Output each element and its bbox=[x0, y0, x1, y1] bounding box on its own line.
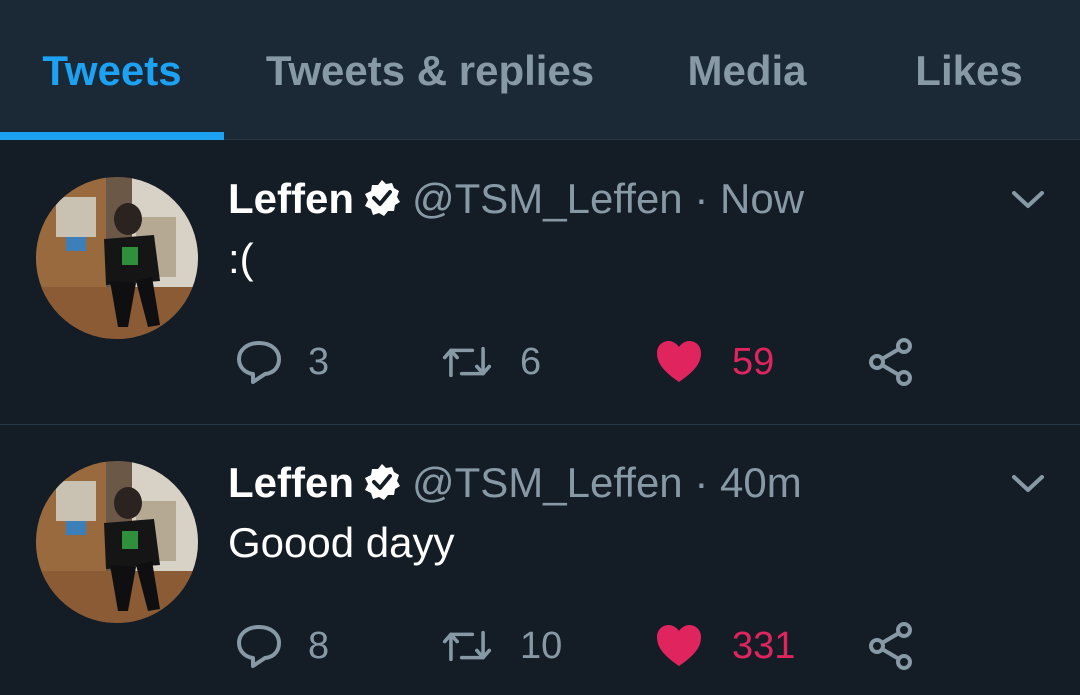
tweet[interactable]: Leffen @TSM_Leffen · Now :( 3 6 59 bbox=[0, 141, 1080, 423]
active-tab-indicator bbox=[0, 132, 224, 140]
verified-badge-icon bbox=[365, 180, 400, 216]
heart-icon[interactable] bbox=[654, 621, 704, 671]
heart-icon[interactable] bbox=[654, 337, 704, 387]
tab-tweets[interactable]: Tweets bbox=[38, 46, 186, 96]
share-icon[interactable] bbox=[866, 621, 916, 671]
handle[interactable]: @TSM_Leffen bbox=[412, 459, 683, 506]
tweet-header: Leffen @TSM_Leffen · Now bbox=[228, 173, 804, 225]
retweet-count: 6 bbox=[520, 341, 542, 383]
avatar[interactable] bbox=[36, 461, 198, 623]
tweet-actions: 8 10 331 bbox=[0, 621, 1080, 671]
reply-count: 8 bbox=[308, 625, 330, 667]
handle[interactable]: @TSM_Leffen bbox=[412, 175, 683, 222]
profile-tabs: Tweets Tweets & replies Media Likes bbox=[0, 0, 1080, 140]
tweet-text: :( bbox=[228, 235, 254, 282]
verified-badge-icon bbox=[365, 464, 400, 500]
separator: · bbox=[694, 175, 709, 222]
chevron-down-icon[interactable] bbox=[1010, 189, 1046, 211]
tab-tweets-and-replies[interactable]: Tweets & replies bbox=[262, 46, 598, 96]
like-count: 59 bbox=[732, 341, 775, 383]
tab-likes[interactable]: Likes bbox=[914, 46, 1024, 96]
retweet-count: 10 bbox=[520, 625, 563, 667]
retweet-icon[interactable] bbox=[442, 621, 492, 671]
chevron-down-icon[interactable] bbox=[1010, 473, 1046, 495]
tweet-header: Leffen @TSM_Leffen · 40m bbox=[228, 457, 802, 509]
reply-count: 3 bbox=[308, 341, 330, 383]
retweet-icon[interactable] bbox=[442, 337, 492, 387]
tab-media[interactable]: Media bbox=[684, 46, 810, 96]
tweet-text: Goood dayy bbox=[228, 519, 455, 566]
timestamp[interactable]: 40m bbox=[720, 459, 802, 506]
display-name[interactable]: Leffen bbox=[228, 459, 354, 506]
timestamp[interactable]: Now bbox=[720, 175, 804, 222]
reply-icon[interactable] bbox=[234, 621, 284, 671]
display-name[interactable]: Leffen bbox=[228, 175, 354, 222]
like-count: 331 bbox=[732, 625, 796, 667]
share-icon[interactable] bbox=[866, 337, 916, 387]
tweet[interactable]: Leffen @TSM_Leffen · 40m Goood dayy 8 10… bbox=[0, 424, 1080, 695]
tweet-actions: 3 6 59 bbox=[0, 337, 1080, 387]
reply-icon[interactable] bbox=[234, 337, 284, 387]
avatar[interactable] bbox=[36, 177, 198, 339]
separator: · bbox=[694, 459, 709, 506]
